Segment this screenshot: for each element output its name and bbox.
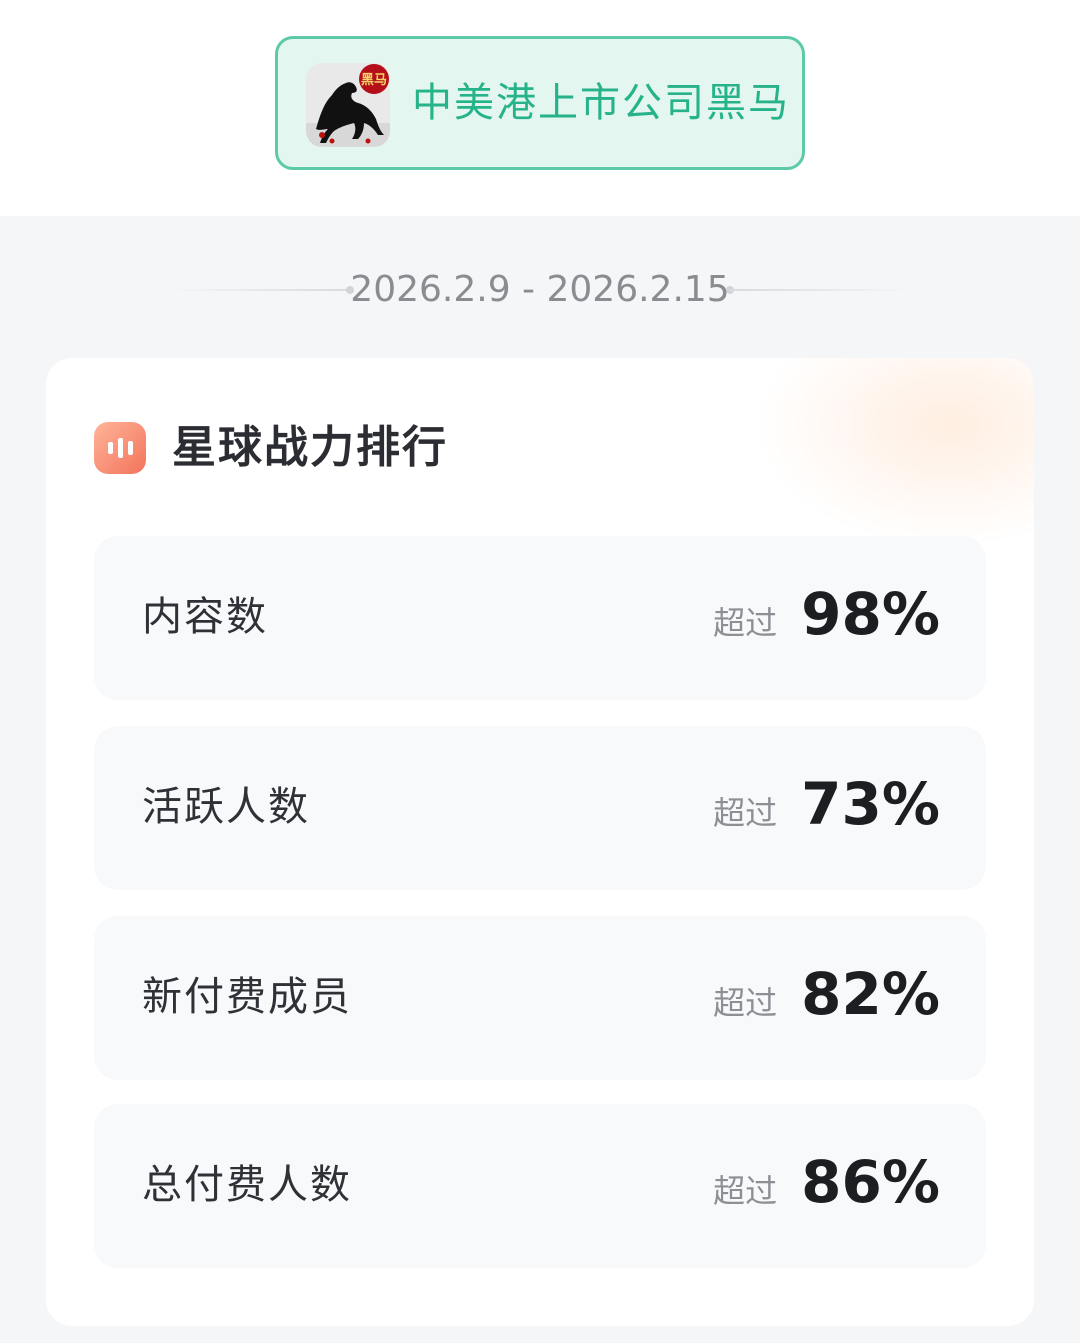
bar-chart-icon [94, 422, 146, 474]
group-name: 中美港上市公司黑马 [412, 80, 790, 126]
stat-prefix: 超过 [713, 794, 778, 832]
card-title: 星球战力排行 [172, 422, 448, 473]
stat-row-content: 内容数 超过 98% [94, 536, 986, 700]
header-area: 黑马 中美港上市公司黑马 [0, 0, 1080, 216]
stat-row-active-users: 活跃人数 超过 73% [94, 726, 986, 890]
stat-row-new-paid-members: 新付费成员 超过 82% [94, 916, 986, 1080]
stat-value-group: 超过 86% [713, 1148, 940, 1218]
group-badge[interactable]: 黑马 中美港上市公司黑马 [275, 36, 805, 170]
stat-value-group: 超过 82% [713, 960, 940, 1030]
avatar-text: 黑马 [361, 73, 387, 88]
stat-prefix: 超过 [713, 604, 778, 642]
stat-label: 新付费成员 [142, 974, 352, 1020]
stat-value-group: 超过 98% [713, 580, 940, 650]
card-decoration [754, 358, 1034, 548]
stat-label: 总付费人数 [142, 1162, 352, 1208]
stat-prefix: 超过 [713, 984, 778, 1022]
date-range: 2026.2.9 - 2026.2.15 [350, 269, 730, 310]
divider-right [730, 289, 910, 291]
stat-value: 73% [801, 770, 940, 838]
black-horse-logo-icon: 黑马 [306, 63, 390, 147]
stat-value-group: 超过 73% [713, 770, 940, 840]
stat-label: 活跃人数 [142, 784, 310, 830]
card-header: 星球战力排行 [94, 420, 448, 476]
stat-value: 86% [801, 1148, 940, 1216]
stat-row-total-paid: 总付费人数 超过 86% [94, 1104, 986, 1268]
ranking-card: 星球战力排行 内容数 超过 98% 活跃人数 超过 73% 新付费成员 超过 8… [46, 358, 1034, 1326]
date-range-row: 2026.2.9 - 2026.2.15 [0, 262, 1080, 318]
stat-label: 内容数 [142, 594, 268, 640]
group-avatar: 黑马 [306, 63, 390, 147]
stat-prefix: 超过 [713, 1172, 778, 1210]
stat-value: 98% [801, 580, 940, 648]
stat-value: 82% [801, 960, 940, 1028]
